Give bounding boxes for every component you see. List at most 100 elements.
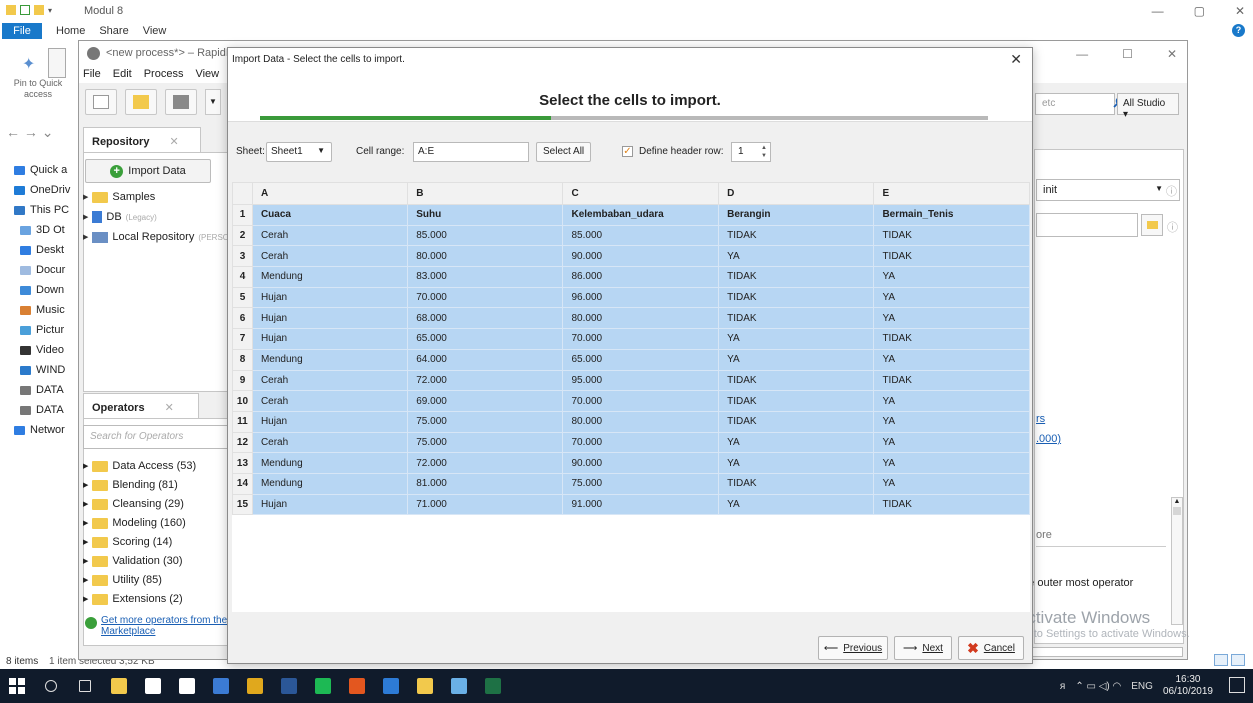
operator-group[interactable]: ▶ Blending (81) [83, 479, 178, 491]
table-cell[interactable]: 70.000 [562, 431, 720, 454]
new-folder-icon[interactable] [34, 5, 44, 15]
table-cell[interactable]: Hujan [251, 493, 409, 516]
tiles-view-icon[interactable] [1231, 654, 1245, 666]
table-cell[interactable]: Kelembaban_udara [562, 204, 720, 226]
folder-icon[interactable] [6, 5, 16, 15]
table-cell[interactable]: 70.000 [407, 286, 564, 309]
column-header[interactable]: E [873, 182, 1030, 205]
sheet-select[interactable]: Sheet1 ▼ [266, 142, 332, 162]
close-icon[interactable]: ✕ [1010, 51, 1022, 68]
mail-icon[interactable] [170, 669, 204, 703]
scroll-thumb[interactable] [1173, 507, 1181, 515]
parameter-dropdown[interactable]: init ▼ ⓘ [1036, 179, 1180, 201]
expand-arrow-icon[interactable]: ▶ [83, 519, 88, 527]
minimize-icon[interactable]: — [1076, 47, 1088, 61]
table-cell[interactable]: 85.000 [562, 224, 720, 247]
repo-item-samples[interactable]: ▶ Samples [83, 191, 155, 203]
table-cell[interactable]: TIDAK [718, 286, 875, 309]
explorer-nav-item[interactable]: WIND [0, 360, 80, 380]
table-cell[interactable]: Cerah [251, 369, 409, 392]
menu-edit[interactable]: Edit [113, 68, 132, 80]
table-cell[interactable]: TIDAK [873, 493, 1030, 516]
expand-arrow-icon[interactable]: ▶ [83, 193, 88, 201]
clock[interactable]: 16:30 06/10/2019 [1163, 674, 1213, 698]
row-number[interactable]: 13 [232, 452, 253, 474]
explorer-nav-item[interactable]: This PC [0, 200, 80, 220]
close-icon[interactable]: ✕ [1167, 47, 1177, 61]
help-icon[interactable]: ? [1232, 24, 1245, 37]
column-header[interactable]: D [718, 182, 875, 205]
maximize-icon[interactable]: ▢ [1194, 4, 1205, 18]
expand-arrow-icon[interactable]: ▶ [83, 500, 88, 508]
explorer-nav-item[interactable]: 3D Ot [0, 220, 80, 240]
nav-arrows[interactable]: ← → ⌄ [0, 116, 80, 146]
table-cell[interactable]: 72.000 [407, 452, 564, 474]
app-check-icon[interactable] [204, 669, 238, 703]
operator-group[interactable]: ▶ Utility (85) [83, 574, 162, 586]
spotify-icon[interactable] [306, 669, 340, 703]
details-view-icon[interactable] [1214, 654, 1228, 666]
table-cell[interactable]: 75.000 [407, 431, 564, 454]
tray-icons[interactable]: ⌃ ▭ ◁) ◠ [1075, 681, 1121, 692]
start-button[interactable] [0, 669, 34, 703]
browse-file-button[interactable] [1141, 214, 1163, 236]
table-cell[interactable]: TIDAK [718, 390, 875, 412]
table-cell[interactable]: 80.000 [562, 307, 720, 330]
table-cell[interactable]: YA [873, 431, 1030, 454]
table-cell[interactable]: YA [873, 286, 1030, 309]
repo-item-local[interactable]: ▶ Local Repository (PERSONA [83, 231, 240, 243]
tab-share[interactable]: Share [99, 25, 128, 37]
explorer-nav-item[interactable]: DATA [0, 400, 80, 420]
pin-to-quick-access-label[interactable]: Pin to Quick access [2, 78, 74, 100]
table-cell[interactable]: 80.000 [407, 245, 564, 268]
operators-search-input[interactable]: Search for Operators [83, 425, 233, 449]
chevron-down-icon[interactable]: ▾ [48, 6, 52, 15]
copy-icon[interactable] [48, 48, 66, 78]
explorer-nav-item[interactable]: OneDriv [0, 180, 80, 200]
operator-group[interactable]: ▶ Cleansing (29) [83, 498, 184, 510]
language-indicator[interactable]: ENG [1131, 681, 1153, 692]
menu-process[interactable]: Process [144, 68, 184, 80]
operator-group[interactable]: ▶ Extensions (2) [83, 593, 183, 605]
row-number[interactable]: 12 [232, 431, 253, 454]
row-number[interactable]: 14 [232, 472, 253, 495]
table-cell[interactable]: YA [718, 452, 875, 474]
explorer-nav-item[interactable]: Video [0, 340, 80, 360]
app-blue-icon[interactable] [374, 669, 408, 703]
table-cell[interactable]: YA [873, 452, 1030, 474]
open-process-button[interactable] [125, 89, 157, 115]
marketplace-link-line1[interactable]: Get more operators from the [101, 615, 227, 626]
table-cell[interactable]: YA [873, 348, 1030, 371]
expand-arrow-icon[interactable]: ▶ [83, 595, 88, 603]
table-cell[interactable]: 81.000 [407, 472, 564, 495]
chrome-icon[interactable] [238, 669, 272, 703]
operator-group[interactable]: ▶ Modeling (160) [83, 517, 186, 529]
table-cell[interactable]: Hujan [251, 307, 409, 330]
row-number[interactable]: 10 [232, 390, 253, 412]
table-cell[interactable]: TIDAK [718, 472, 875, 495]
table-cell[interactable]: 95.000 [562, 369, 720, 392]
table-cell[interactable]: Mendung [251, 452, 409, 474]
table-cell[interactable]: Hujan [251, 286, 409, 309]
table-cell[interactable]: YA [873, 410, 1030, 433]
explorer-nav-item[interactable]: Quick a [0, 160, 80, 180]
table-cell[interactable]: YA [873, 266, 1030, 288]
menu-file[interactable]: File [83, 68, 101, 80]
table-cell[interactable]: 65.000 [562, 348, 720, 371]
column-header[interactable]: A [251, 182, 409, 205]
maximize-icon[interactable]: ☐ [1122, 47, 1133, 61]
table-cell[interactable]: Bermain_Tenis [873, 204, 1030, 226]
table-cell[interactable]: Hujan [251, 410, 409, 433]
table-cell[interactable]: 71.000 [407, 493, 564, 516]
close-tab-icon[interactable]: ✕ [165, 402, 174, 414]
table-cell[interactable]: YA [873, 472, 1030, 495]
studio-search-input[interactable]: etc [1035, 93, 1115, 115]
table-cell[interactable]: 72.000 [407, 369, 564, 392]
expand-arrow-icon[interactable]: ▶ [83, 462, 88, 470]
table-cell[interactable]: TIDAK [718, 266, 875, 288]
table-cell[interactable]: TIDAK [718, 307, 875, 330]
word-icon[interactable] [272, 669, 306, 703]
table-cell[interactable]: 85.000 [407, 224, 564, 247]
value-link[interactable]: .000) [1036, 433, 1061, 445]
save-dropdown-button[interactable]: ▼ [205, 89, 221, 115]
